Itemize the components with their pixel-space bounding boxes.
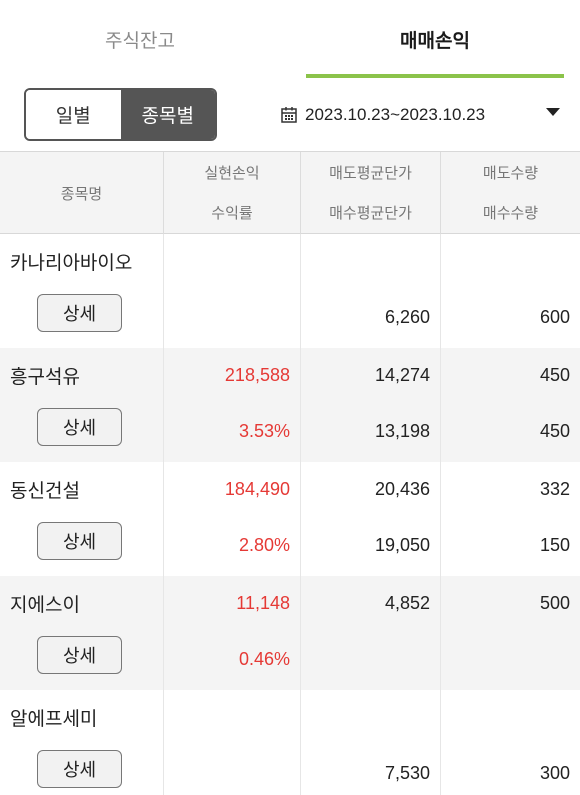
table-row: 지에스이 상세 11,148 0.46% 4,852 500 bbox=[0, 576, 580, 690]
sell-qty: 332 bbox=[539, 479, 570, 499]
avg-sell-price: 14,274 bbox=[374, 365, 430, 385]
realized-pnl: 11,148 bbox=[236, 593, 290, 613]
sell-qty: 500 bbox=[539, 593, 570, 613]
avg-buy-price: 7,530 bbox=[384, 763, 430, 783]
avg-sell-price: 4,852 bbox=[384, 593, 430, 613]
header-return-rate: 수익률 bbox=[211, 204, 253, 222]
trade-pnl-table: 종목명 실현손익 수익률 매도평균단가 매수평균단가 매도수량 매수수량 카나리… bbox=[0, 151, 580, 795]
stock-name: 동신건설 bbox=[10, 480, 80, 502]
stock-name: 카나리아바이오 bbox=[10, 252, 133, 274]
detail-button[interactable]: 상세 bbox=[37, 636, 122, 674]
header-realized-pnl: 실현손익 bbox=[204, 164, 260, 182]
toggle-by-stock-button[interactable]: 종목별 bbox=[120, 90, 215, 139]
active-tab-indicator bbox=[306, 74, 564, 78]
chevron-down-icon[interactable] bbox=[546, 108, 560, 116]
detail-button[interactable]: 상세 bbox=[37, 408, 122, 446]
return-rate: 2.80% bbox=[238, 535, 290, 555]
header-avg-sell-price: 매도평균단가 bbox=[329, 164, 412, 182]
header-buy-qty: 매수수량 bbox=[482, 204, 539, 222]
header-sell-qty: 매도수량 bbox=[482, 164, 539, 182]
calendar-icon bbox=[281, 107, 297, 123]
toggle-daily-button[interactable]: 일별 bbox=[26, 90, 121, 139]
buy-qty: 150 bbox=[539, 535, 570, 555]
realized-pnl: 218,588 bbox=[224, 365, 290, 385]
buy-qty: 600 bbox=[539, 307, 570, 327]
return-rate: 3.53% bbox=[238, 421, 290, 441]
table-header: 종목명 실현손익 수익률 매도평균단가 매수평균단가 매도수량 매수수량 bbox=[0, 151, 580, 234]
tab-stock-balance[interactable]: 주식잔고 bbox=[30, 0, 250, 78]
date-range-text: 2023.10.23~2023.10.23 bbox=[305, 105, 486, 124]
stock-name: 알에프세미 bbox=[10, 708, 98, 730]
stock-name: 흥구석유 bbox=[10, 366, 80, 388]
top-tab-bar: 주식잔고 매매손익 bbox=[0, 0, 580, 78]
buy-qty: 300 bbox=[539, 763, 570, 783]
avg-buy-price: 19,050 bbox=[374, 535, 430, 555]
sell-qty: 450 bbox=[539, 365, 570, 385]
detail-button[interactable]: 상세 bbox=[37, 522, 122, 560]
avg-sell-price: 20,436 bbox=[374, 479, 430, 499]
return-rate: 0.46% bbox=[238, 649, 290, 669]
realized-pnl: 184,490 bbox=[224, 479, 290, 499]
view-mode-toggle: 일별 종목별 bbox=[24, 88, 217, 141]
stock-name: 지에스이 bbox=[10, 594, 80, 616]
header-name: 종목명 bbox=[60, 184, 103, 203]
avg-buy-price: 13,198 bbox=[374, 421, 430, 441]
header-avg-buy-price: 매수평균단가 bbox=[329, 204, 412, 222]
table-row: 동신건설 상세 184,490 2.80% 20,436 19,050 332 … bbox=[0, 462, 580, 576]
detail-button[interactable]: 상세 bbox=[37, 294, 122, 332]
tab-trade-pnl[interactable]: 매매손익 bbox=[306, 0, 564, 78]
detail-button[interactable]: 상세 bbox=[37, 750, 122, 788]
table-row: 카나리아바이오 상세 6,260 600 bbox=[0, 234, 580, 348]
table-row: 알에프세미 상세 7,530 300 bbox=[0, 690, 580, 795]
table-row: 흥구석유 상세 218,588 3.53% 14,274 13,198 450 … bbox=[0, 348, 580, 462]
avg-buy-price: 6,260 bbox=[384, 307, 430, 327]
buy-qty: 450 bbox=[539, 421, 570, 441]
date-range-picker[interactable]: 2023.10.23~2023.10.23 bbox=[280, 96, 485, 134]
